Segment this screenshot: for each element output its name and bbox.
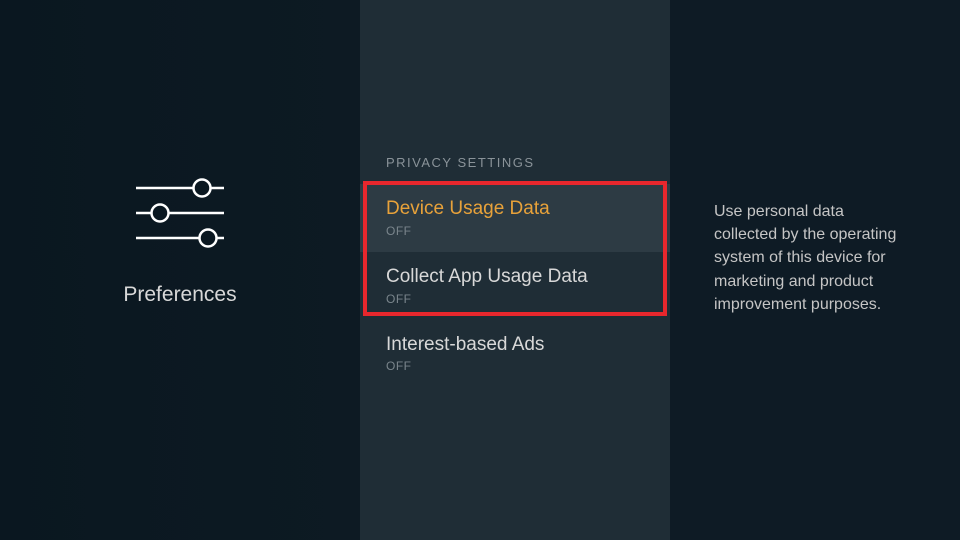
- left-panel: Preferences: [0, 0, 360, 540]
- menu-item-status: OFF: [386, 292, 644, 306]
- section-header: PRIVACY SETTINGS: [360, 155, 670, 184]
- menu-item-status: OFF: [386, 359, 644, 373]
- setting-description: Use personal data collected by the opera…: [714, 200, 910, 316]
- preferences-label: Preferences: [123, 283, 236, 307]
- menu-item-status: OFF: [386, 224, 644, 238]
- preferences-sliders-icon: [130, 173, 230, 253]
- description-panel: Use personal data collected by the opera…: [670, 0, 960, 540]
- menu-item-interest-based-ads[interactable]: Interest-based Ads OFF: [360, 320, 670, 388]
- settings-list-panel: PRIVACY SETTINGS Device Usage Data OFF C…: [360, 0, 670, 540]
- menu-item-device-usage-data[interactable]: Device Usage Data OFF: [360, 184, 670, 252]
- menu-item-collect-app-usage-data[interactable]: Collect App Usage Data OFF: [360, 252, 670, 320]
- menu-item-title: Collect App Usage Data: [386, 266, 644, 289]
- menu-item-title: Device Usage Data: [386, 198, 644, 221]
- menu-item-title: Interest-based Ads: [386, 334, 644, 357]
